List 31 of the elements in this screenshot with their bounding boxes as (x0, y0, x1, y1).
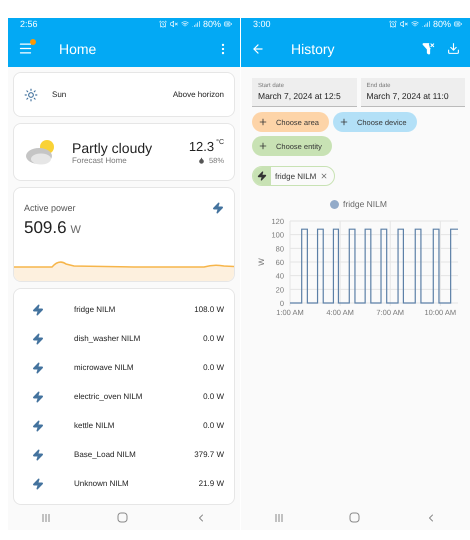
entity-value: 379.7 W (194, 450, 224, 459)
temperature: 12.3 (188, 139, 214, 154)
battery-level: 80% (432, 19, 451, 29)
entity-name: microwave NILM (74, 363, 134, 372)
entity-name: fridge NILM (74, 305, 116, 314)
weather-condition: Partly cloudy (72, 140, 154, 156)
entity-chip[interactable]: fridge NILM (252, 166, 336, 186)
entity-value: 0.0 W (203, 392, 224, 401)
entity-name: electric_oven NILM (74, 392, 142, 401)
entity-value: 108.0 W (194, 305, 224, 314)
power-value: 509.6 (24, 218, 67, 238)
entity-value: 0.0 W (203, 363, 224, 372)
card-title: Active power (24, 203, 76, 213)
page-title: Home (59, 40, 98, 56)
entity-state: Above horizon (172, 90, 224, 99)
entity-value: 0.0 W (203, 421, 224, 430)
axis-label: W (257, 258, 266, 266)
weather-source: Forecast Home (72, 156, 127, 164)
clock: 3:00 (253, 19, 271, 29)
entity-name: Sun (52, 90, 66, 99)
page-title: History (291, 40, 336, 56)
power-unit: W (70, 224, 81, 236)
entity-name: Unknown NILM (74, 479, 129, 488)
legend-label[interactable]: fridge NILM (343, 199, 387, 209)
entity-name: kettle NILM (74, 421, 114, 430)
battery-level: 80% (202, 19, 221, 29)
entity-name: dish_washer NILM (74, 334, 140, 343)
entity-name: Base_Load NILM (74, 450, 136, 459)
entity-value: 21.9 W (198, 479, 224, 488)
entity-value: 0.0 W (203, 334, 224, 343)
clock: 2:56 (20, 19, 38, 29)
